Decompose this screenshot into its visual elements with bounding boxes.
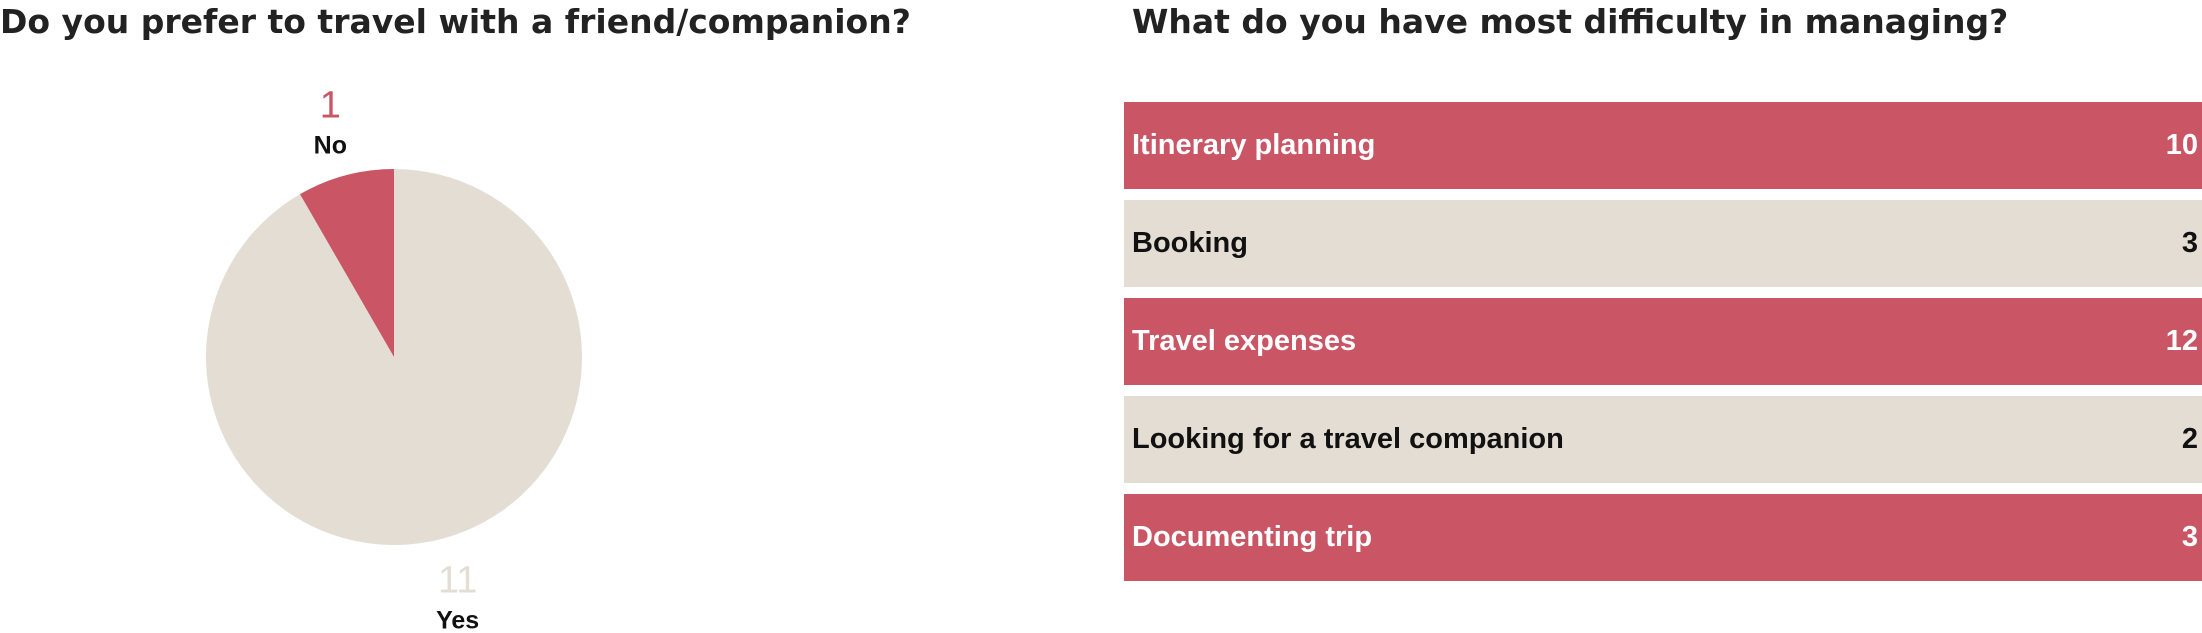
pie-chart: 11 Yes 1 No xyxy=(206,84,582,633)
pie-value-yes: 11 xyxy=(438,560,477,602)
bar-row: Travel expenses 12 xyxy=(1124,298,2202,385)
bar-category-label: Looking for a travel companion xyxy=(1132,423,1564,455)
bar-chart: Itinerary planning 10 Booking 3 Travel expen… xyxy=(1124,102,2202,592)
pie-label-no: No xyxy=(314,131,347,159)
bar-row: Itinerary planning 10 xyxy=(1124,102,2202,189)
bar-row: Booking 3 xyxy=(1124,200,2202,287)
bar-category-label: Documenting trip xyxy=(1132,521,1373,553)
bar-value-label: 3 xyxy=(2181,227,2198,259)
bar-category-label: Booking xyxy=(1132,227,1248,259)
bar-value-label: 12 xyxy=(2165,325,2198,357)
bar-value-label: 3 xyxy=(2181,521,2198,553)
bar-value-label: 10 xyxy=(2165,129,2198,161)
bar-category-label: Itinerary planning xyxy=(1132,129,1376,161)
bar xyxy=(1124,200,2202,287)
bar-row: Looking for a travel companion 2 xyxy=(1124,396,2202,483)
pie-value-no: 1 xyxy=(320,84,341,126)
pie-label-yes: Yes xyxy=(436,607,479,633)
bar-chart-title: What do you have most difficulty in mana… xyxy=(1132,2,2009,41)
bar-category-label: Travel expenses xyxy=(1132,325,1357,357)
bar-row: Documenting trip 3 xyxy=(1124,494,2202,581)
bar-value-label: 2 xyxy=(2181,423,2198,455)
